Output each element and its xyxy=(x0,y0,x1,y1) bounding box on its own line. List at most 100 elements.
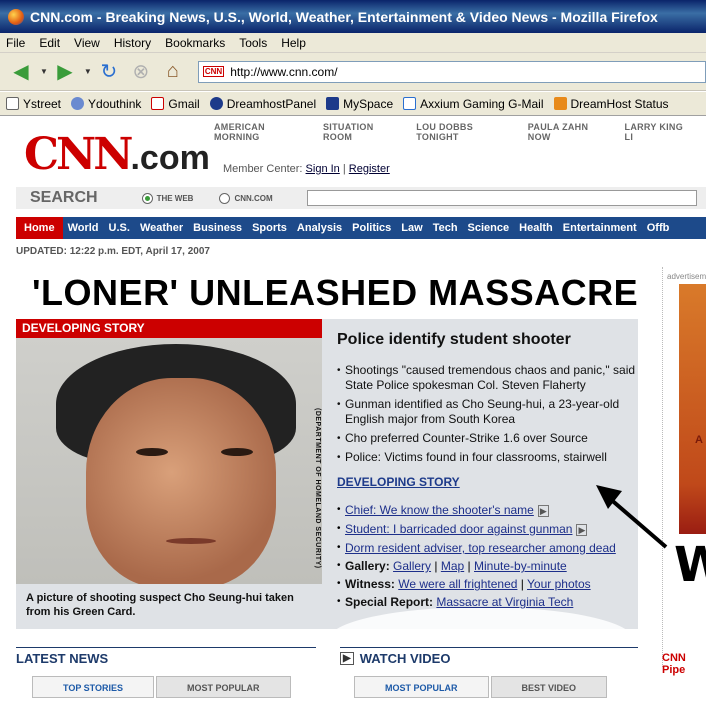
link-larry-king[interactable]: LARRY KING LI xyxy=(625,122,690,142)
sign-in-link[interactable]: Sign In xyxy=(306,163,340,175)
story-details: Police identify student shooter Shooting… xyxy=(337,331,637,611)
link-situation-room[interactable]: SITUATION ROOM xyxy=(323,122,400,142)
list-item: Special Report: Massacre at Virginia Tec… xyxy=(337,593,637,611)
menu-view[interactable]: View xyxy=(74,36,100,50)
bookmark-gmail[interactable]: Gmail xyxy=(151,97,200,111)
forward-dropdown-icon[interactable]: ▼ xyxy=(84,67,92,76)
bookmark-axxium[interactable]: Axxium Gaming G-Mail xyxy=(403,97,544,111)
home-icon[interactable]: ⌂ xyxy=(160,59,186,85)
link-chief[interactable]: Chief: We know the shooter's name xyxy=(345,503,534,517)
divider xyxy=(340,647,638,648)
bookmark-dreamhostpanel[interactable]: DreamhostPanel xyxy=(209,97,316,111)
story-title[interactable]: Police identify student shooter xyxy=(337,331,637,349)
link-special-report[interactable]: Massacre at Virginia Tech xyxy=(436,595,573,609)
nav-world[interactable]: World xyxy=(63,217,104,239)
tab-best-video[interactable]: BEST VIDEO xyxy=(490,676,608,698)
link-dorm[interactable]: Dorm resident adviser, top researcher am… xyxy=(345,541,616,555)
rss-icon xyxy=(553,97,567,110)
bookmark-ystreet[interactable]: Ystreet xyxy=(6,97,61,111)
nav-analysis[interactable]: Analysis xyxy=(292,217,347,239)
gmail-icon xyxy=(151,97,165,110)
developing-story-label: DEVELOPING STORY xyxy=(16,319,322,338)
nav-us[interactable]: U.S. xyxy=(104,217,135,239)
reload-icon[interactable]: ↻ xyxy=(96,59,122,85)
latest-news-heading: LATEST NEWS xyxy=(16,651,109,666)
nav-politics[interactable]: Politics xyxy=(347,217,396,239)
nav-business[interactable]: Business xyxy=(188,217,247,239)
nav-weather[interactable]: Weather xyxy=(135,217,188,239)
chat-icon xyxy=(71,97,85,110)
cnn-pipeline-link[interactable]: CNN Pipe xyxy=(662,652,706,676)
back-dropdown-icon[interactable]: ▼ xyxy=(40,67,48,76)
advertisement[interactable]: advertisem A xyxy=(662,267,706,667)
menu-tools[interactable]: Tools xyxy=(239,36,267,50)
search-input[interactable] xyxy=(306,190,697,206)
link-gallery[interactable]: Gallery xyxy=(393,559,431,573)
ad-banner[interactable]: A xyxy=(679,284,706,534)
list-item: Police: Victims found in four classrooms… xyxy=(337,450,637,465)
menu-bookmarks[interactable]: Bookmarks xyxy=(165,36,225,50)
radio-empty-icon xyxy=(219,192,231,204)
link-student[interactable]: Student: I barricaded door against gunma… xyxy=(345,522,572,536)
menu-file[interactable]: File xyxy=(6,36,25,50)
radio-the-web[interactable]: THE WEB xyxy=(141,192,193,204)
menu-edit[interactable]: Edit xyxy=(39,36,60,50)
bookmarks-toolbar: Ystreet Ydouthink Gmail DreamhostPanel M… xyxy=(0,92,706,116)
video-icon[interactable]: ▶ xyxy=(537,505,549,517)
cnn-logo[interactable]: CNN.com xyxy=(24,129,210,180)
top-story-panel: DEVELOPING STORY (DEPARTMENT OF HOMELAND… xyxy=(16,319,638,673)
cnn-page: AMERICAN MORNING SITUATION ROOM LOU DOBB… xyxy=(6,117,706,709)
suspect-photo[interactable]: (DEPARTMENT OF HOMELAND SECURITY) xyxy=(16,338,322,584)
firefox-icon xyxy=(8,8,24,25)
link-lou-dobbs[interactable]: LOU DOBBS TONIGHT xyxy=(416,122,511,142)
nav-law[interactable]: Law xyxy=(396,217,427,239)
nav-science[interactable]: Science xyxy=(463,217,515,239)
bookmark-ydouthink[interactable]: Ydouthink xyxy=(71,97,141,111)
nav-offbeat[interactable]: Offb xyxy=(642,217,675,239)
latest-news-tabs: TOP STORIES MOST POPULAR xyxy=(32,676,293,698)
nav-sports[interactable]: Sports xyxy=(247,217,292,239)
list-item: Student: I barricaded door against gunma… xyxy=(337,520,637,539)
nav-home[interactable]: Home xyxy=(16,217,63,239)
menu-help[interactable]: Help xyxy=(281,36,306,50)
url-text[interactable]: http://www.cnn.com/ xyxy=(230,65,337,79)
myspace-icon xyxy=(326,97,340,110)
radio-cnn-com[interactable]: CNN.COM xyxy=(219,192,273,204)
main-nav: Home World U.S. Weather Business Sports … xyxy=(16,217,706,239)
list-item: Gallery: Gallery | Map | Minute-by-minut… xyxy=(337,557,637,575)
page-icon xyxy=(6,97,19,110)
tab-most-popular[interactable]: MOST POPULAR xyxy=(156,676,291,698)
link-minute[interactable]: Minute-by-minute xyxy=(474,559,567,573)
link-map[interactable]: Map xyxy=(441,559,464,573)
nav-health[interactable]: Health xyxy=(514,217,558,239)
annotation-letter: W xyxy=(674,537,706,593)
tab-top-stories[interactable]: TOP STORIES xyxy=(32,676,155,698)
developing-story-link[interactable]: DEVELOPING STORY xyxy=(337,475,637,489)
list-item: Gunman identified as Cho Seung-hui, a 23… xyxy=(337,397,637,427)
stop-icon[interactable]: ⊗ xyxy=(128,59,154,85)
divider xyxy=(16,647,316,648)
video-icon[interactable]: ▶ xyxy=(576,524,588,536)
forward-arrow-icon[interactable]: ▶ xyxy=(52,59,78,85)
back-arrow-icon[interactable]: ◀ xyxy=(8,59,34,85)
ad-label: advertisem xyxy=(667,272,706,281)
url-bar[interactable]: CNN http://www.cnn.com/ xyxy=(197,60,706,83)
link-paula-zahn[interactable]: PAULA ZAHN NOW xyxy=(528,122,609,142)
link-witness1[interactable]: We were all frightened xyxy=(398,577,517,591)
main-headline[interactable]: 'LONER' UNLEASHED MASSACRE xyxy=(32,272,638,314)
link-american-morning[interactable]: AMERICAN MORNING xyxy=(214,122,307,142)
list-item: Witness: We were all frightened | Your p… xyxy=(337,575,637,593)
photo-credit: (DEPARTMENT OF HOMELAND SECURITY) xyxy=(314,408,321,569)
window-titlebar: CNN.com - Breaking News, U.S., World, We… xyxy=(0,0,706,33)
show-links: AMERICAN MORNING SITUATION ROOM LOU DOBB… xyxy=(214,122,706,142)
menu-history[interactable]: History xyxy=(114,36,151,50)
bookmark-myspace[interactable]: MySpace xyxy=(326,97,393,111)
cnn-favicon: CNN xyxy=(202,66,225,77)
link-witness2[interactable]: Your photos xyxy=(527,577,591,591)
nav-tech[interactable]: Tech xyxy=(428,217,463,239)
bookmark-dreamhost-status[interactable]: DreamHost Status xyxy=(553,97,669,111)
register-link[interactable]: Register xyxy=(349,163,390,175)
nav-entertainment[interactable]: Entertainment xyxy=(558,217,642,239)
menu-bar: File Edit View History Bookmarks Tools H… xyxy=(0,33,706,53)
tab-most-popular-video[interactable]: MOST POPULAR xyxy=(354,676,489,698)
